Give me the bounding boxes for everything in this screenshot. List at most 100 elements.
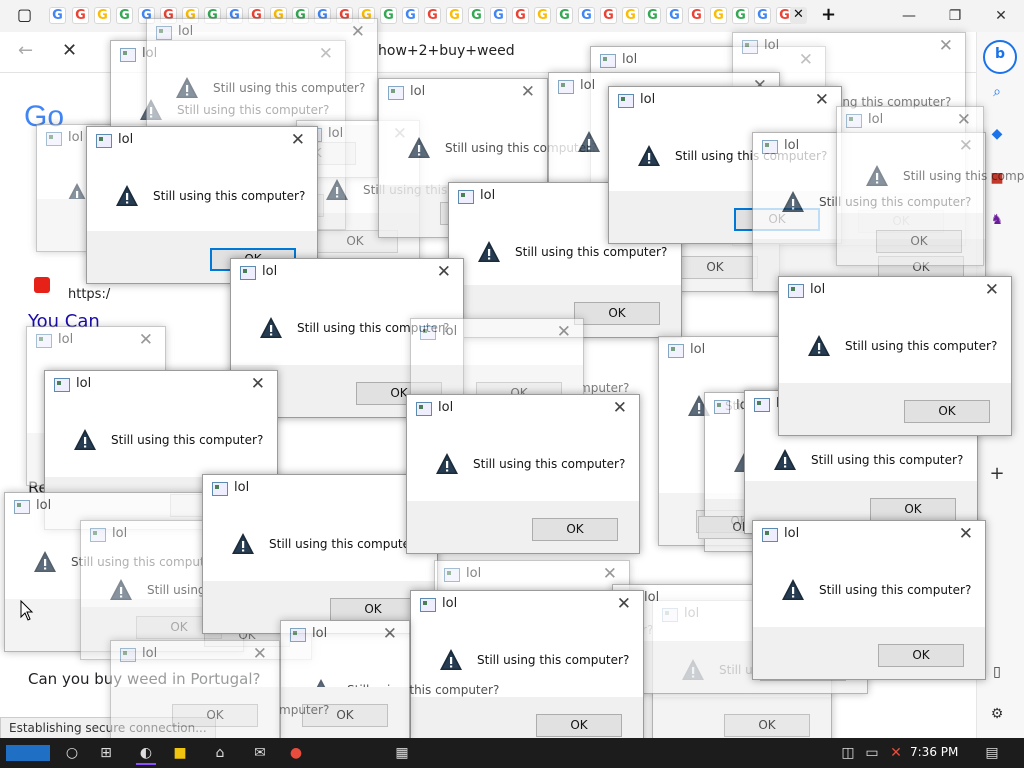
file-explorer-icon[interactable]: ■ [170, 743, 190, 763]
dialog-titlebar[interactable]: lol ✕ [45, 371, 277, 399]
minimize-button[interactable]: — [886, 0, 932, 32]
tab-favicon-icon[interactable]: G [600, 7, 617, 24]
ok-button[interactable]: OK [532, 518, 618, 541]
dialog-titlebar[interactable]: lol ✕ [379, 79, 547, 107]
dialog-titlebar[interactable]: lol ✕ [411, 319, 583, 347]
restore-button[interactable]: ❐ [932, 0, 978, 32]
dialog-titlebar[interactable]: lol ✕ [111, 641, 279, 669]
dialog-close-icon[interactable]: ✕ [521, 82, 535, 102]
dialog-close-icon[interactable]: ✕ [957, 110, 971, 130]
tablet-icon[interactable]: ◫ [838, 743, 858, 763]
close-window-button[interactable]: ✕ [978, 0, 1024, 32]
dialog-close-icon[interactable]: ✕ [139, 330, 153, 350]
ok-button[interactable]: OK [536, 714, 622, 737]
tab-favicon-icon[interactable]: G [688, 7, 705, 24]
sidebar-toggle-icon[interactable]: ▯ [985, 660, 1009, 684]
back-arrow-icon[interactable]: ← [18, 40, 33, 61]
tab-favicon-icon[interactable]: G [754, 7, 771, 24]
tab-favicon-icon[interactable]: G [468, 7, 485, 24]
tab-actions-icon[interactable]: ▢ [16, 7, 33, 24]
dialog-close-icon[interactable]: ✕ [251, 374, 265, 394]
search-circle-icon[interactable]: ○ [62, 743, 82, 763]
dialog-titlebar[interactable]: lol ✕ [411, 591, 643, 619]
tab-favicon-icon[interactable]: G [380, 7, 397, 24]
ok-button[interactable]: OK [904, 400, 990, 423]
dialog-title: lol [690, 342, 706, 357]
ok-button[interactable]: OK [330, 598, 416, 621]
tab-favicon-icon[interactable]: G [644, 7, 661, 24]
ok-button[interactable]: OK [574, 302, 660, 325]
address-bar[interactable]: how+2+buy+weed [378, 43, 515, 59]
tab-favicon-icon[interactable]: G [556, 7, 573, 24]
ok-button[interactable]: OK [876, 230, 962, 253]
dialog-close-icon[interactable]: ✕ [383, 624, 397, 644]
dialog-close-icon[interactable]: ✕ [613, 398, 627, 418]
stop-loading-icon[interactable]: ✕ [62, 40, 77, 61]
tab-favicon-icon[interactable]: G [49, 7, 66, 24]
tab-favicon-icon[interactable]: G [116, 7, 133, 24]
dialog-close-icon[interactable]: ✕ [959, 524, 973, 544]
settings-gear-icon[interactable]: ⚙ [985, 702, 1009, 726]
shopping-tag-icon[interactable]: ◆ [985, 122, 1009, 146]
tab-favicon-icon[interactable]: G [424, 7, 441, 24]
tab-favicon-icon[interactable]: G [666, 7, 683, 24]
ok-button[interactable]: OK [878, 644, 964, 667]
dialog-titlebar[interactable]: lol ✕ [87, 127, 317, 155]
dialog-close-icon[interactable]: ✕ [603, 564, 617, 584]
dialog-titlebar[interactable]: lol ✕ [733, 33, 965, 61]
clock[interactable]: 7:36 PM [910, 745, 958, 759]
edge-taskbar-icon[interactable]: ◐ [136, 743, 156, 765]
dialog-titlebar[interactable]: lol ✕ [435, 561, 629, 589]
dialog-close-icon[interactable]: ✕ [351, 22, 365, 42]
ok-button[interactable]: OK [672, 256, 758, 279]
store-icon[interactable]: ⌂ [210, 743, 230, 763]
games-icon[interactable]: ♞ [985, 208, 1009, 232]
mail-icon[interactable]: ✉ [250, 743, 270, 763]
dialog-titlebar[interactable]: lol ✕ [753, 521, 985, 549]
tab-favicon-icon[interactable]: G [732, 7, 749, 24]
dialog-close-icon[interactable]: ✕ [617, 594, 631, 614]
tab-favicon-icon[interactable]: G [490, 7, 507, 24]
dialog-close-icon[interactable]: ✕ [557, 322, 571, 342]
ok-button[interactable]: OK [870, 498, 956, 521]
dialog-close-icon[interactable]: ✕ [815, 90, 829, 110]
tab-favicon-icon[interactable]: G [578, 7, 595, 24]
ok-button[interactable]: OK [172, 704, 258, 727]
chrome-icon[interactable]: ● [286, 743, 306, 763]
dialog-titlebar[interactable]: lol ✕ [231, 259, 463, 287]
dialog-close-icon[interactable]: ✕ [253, 644, 267, 664]
network-icon[interactable]: ▭ [862, 743, 882, 763]
volume-muted-icon[interactable]: ✕ [886, 743, 906, 763]
start-button[interactable] [6, 745, 50, 761]
task-view-icon[interactable]: ⊞ [96, 743, 116, 763]
dialog-titlebar[interactable]: lol ✕ [407, 395, 639, 423]
tab-favicon-icon[interactable]: G [94, 7, 111, 24]
add-sidebar-icon[interactable]: + [985, 462, 1009, 486]
dialog-close-icon[interactable]: ✕ [437, 262, 451, 282]
dialog-titlebar[interactable]: lol ✕ [203, 475, 437, 503]
ok-button[interactable]: OK [724, 714, 810, 737]
search-icon[interactable]: ⌕ [985, 80, 1009, 104]
tab-favicon-icon[interactable]: G [72, 7, 89, 24]
dialog-close-icon[interactable]: ✕ [985, 280, 999, 300]
dialog-close-icon[interactable]: ✕ [939, 36, 953, 56]
tab-favicon-icon[interactable]: G [512, 7, 529, 24]
notifications-icon[interactable]: ▤ [982, 743, 1002, 763]
tab-favicon-icon[interactable]: G [622, 7, 639, 24]
dialog-close-icon[interactable]: ✕ [291, 130, 305, 150]
new-tab-button[interactable]: + [820, 6, 837, 24]
bing-chat-icon[interactable]: b [983, 40, 1017, 74]
dialog-titlebar[interactable]: lol ✕ [837, 107, 983, 135]
dialog-titlebar[interactable]: lol ✕ [779, 277, 1011, 305]
tab-favicon-icon[interactable]: G [534, 7, 551, 24]
message-dialog: lol ✕ Still using this computer? OK [202, 474, 438, 634]
dialog-titlebar[interactable]: lol ✕ [147, 19, 377, 47]
dialog-titlebar[interactable]: lol ✕ [27, 327, 165, 355]
dialog-titlebar[interactable]: lol ✕ [609, 87, 841, 115]
calculator-icon[interactable]: ▦ [392, 743, 412, 763]
close-tab-icon[interactable]: ✕ [790, 7, 807, 24]
dialog-titlebar[interactable]: lol ✕ [281, 621, 409, 649]
tab-favicon-icon[interactable]: G [710, 7, 727, 24]
tab-favicon-icon[interactable]: G [446, 7, 463, 24]
tab-favicon-icon[interactable]: G [402, 7, 419, 24]
